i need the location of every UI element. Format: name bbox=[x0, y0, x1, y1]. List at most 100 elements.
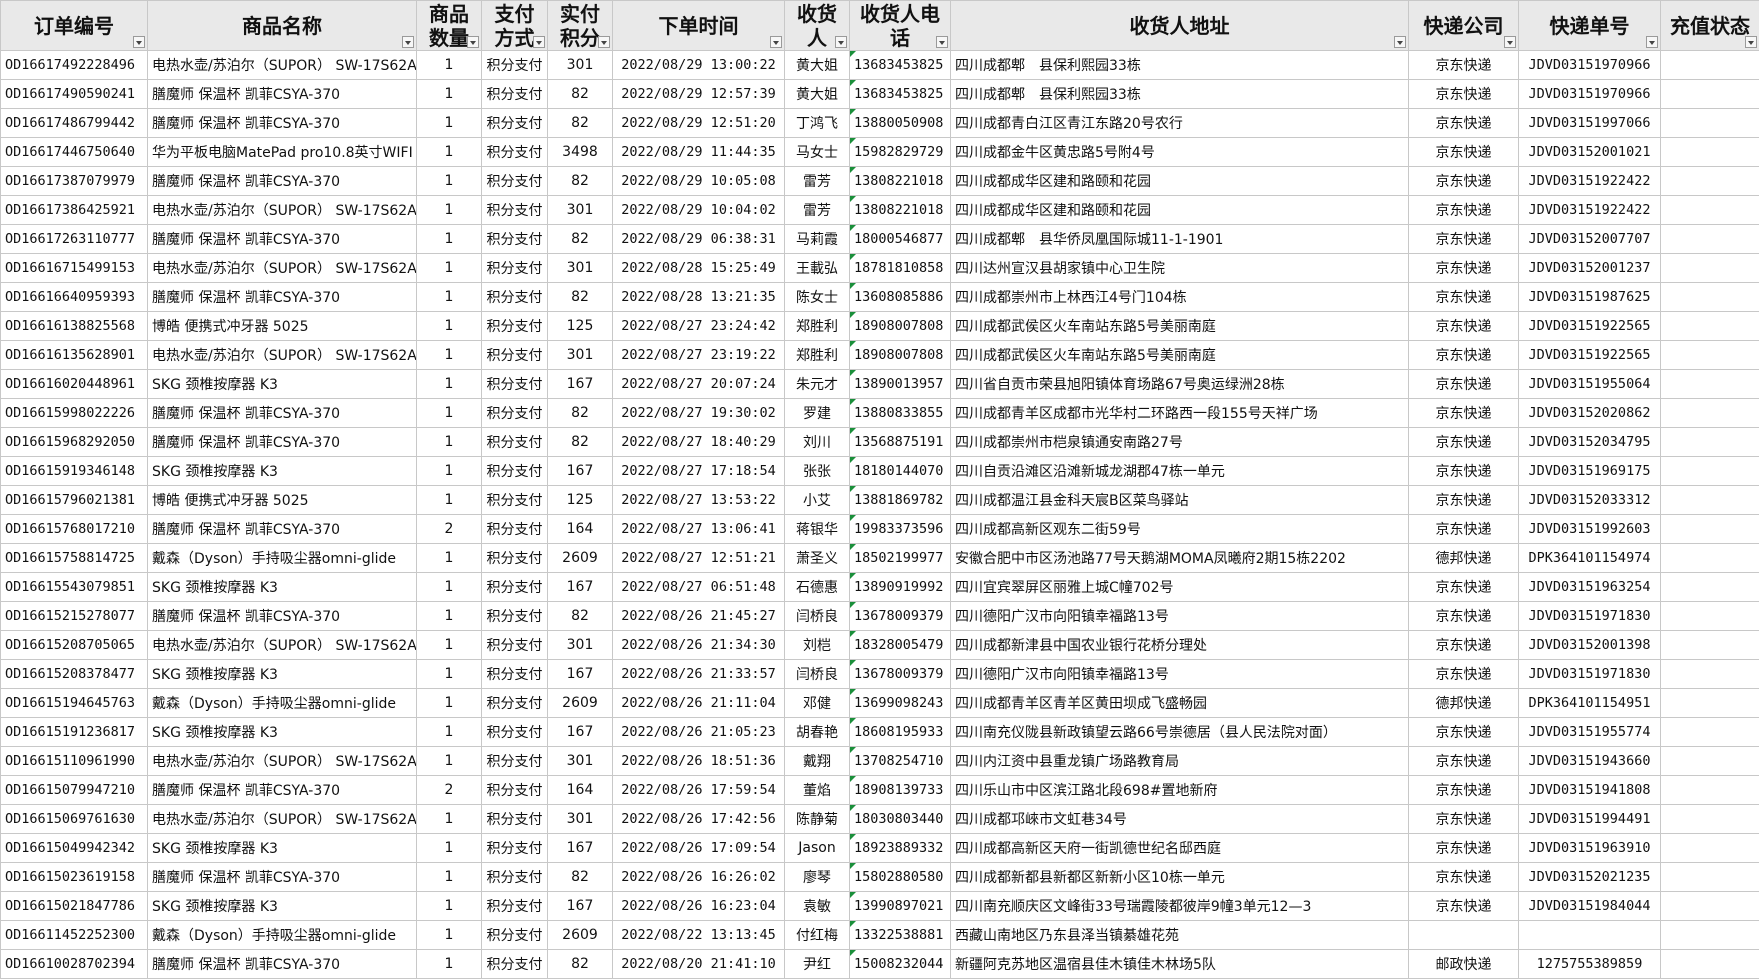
table-cell[interactable]: 戴森（Dyson）手持吸尘器omni-glide bbox=[148, 689, 417, 718]
table-cell[interactable]: 膳魔师 保温杯 凯菲CSYA-370 bbox=[148, 515, 417, 544]
table-cell[interactable]: 2022/08/26 21:33:57 bbox=[613, 660, 785, 689]
table-cell[interactable]: 付红梅 bbox=[785, 921, 850, 950]
table-cell[interactable]: 华为平板电脑MatePad pro10.8英寸WIFI bbox=[148, 138, 417, 167]
table-cell[interactable]: 13683453825 bbox=[850, 80, 951, 109]
table-cell[interactable] bbox=[1661, 515, 1759, 544]
table-cell[interactable]: OD16615110961990 bbox=[1, 747, 148, 776]
table-cell[interactable] bbox=[1661, 631, 1759, 660]
table-cell[interactable]: OD16617387079979 bbox=[1, 167, 148, 196]
table-cell[interactable]: JDVD03152021235 bbox=[1519, 863, 1661, 892]
table-cell[interactable]: 301 bbox=[548, 51, 613, 80]
table-cell[interactable]: 京东快递 bbox=[1409, 312, 1519, 341]
table-cell[interactable]: OD16616138825568 bbox=[1, 312, 148, 341]
table-cell[interactable]: JDVD03151922565 bbox=[1519, 341, 1661, 370]
table-cell[interactable]: 1 bbox=[417, 428, 482, 457]
table-cell[interactable]: 四川成都温江县金科天宸B区菜鸟驿站 bbox=[951, 486, 1409, 515]
filter-dropdown-icon[interactable] bbox=[1504, 36, 1516, 48]
table-cell[interactable]: 黄大姐 bbox=[785, 80, 850, 109]
table-cell[interactable]: OD16615758814725 bbox=[1, 544, 148, 573]
table-cell[interactable]: 积分支付 bbox=[482, 834, 548, 863]
table-cell[interactable]: 积分支付 bbox=[482, 544, 548, 573]
table-cell[interactable]: 1 bbox=[417, 283, 482, 312]
table-cell[interactable]: JDVD03151984044 bbox=[1519, 892, 1661, 921]
table-cell[interactable]: 167 bbox=[548, 457, 613, 486]
table-cell[interactable] bbox=[1661, 457, 1759, 486]
table-cell[interactable]: 13880050908 bbox=[850, 109, 951, 138]
table-cell[interactable]: 积分支付 bbox=[482, 51, 548, 80]
table-cell[interactable]: 胡春艳 bbox=[785, 718, 850, 747]
table-cell[interactable]: 1 bbox=[417, 312, 482, 341]
table-cell[interactable]: 1 bbox=[417, 718, 482, 747]
table-cell[interactable]: 167 bbox=[548, 834, 613, 863]
table-cell[interactable]: 石德惠 bbox=[785, 573, 850, 602]
table-cell[interactable]: 13683453825 bbox=[850, 51, 951, 80]
table-cell[interactable]: DPK364101154951 bbox=[1519, 689, 1661, 718]
table-cell[interactable]: 膳魔师 保温杯 凯菲CSYA-370 bbox=[148, 283, 417, 312]
table-cell[interactable]: 164 bbox=[548, 515, 613, 544]
table-cell[interactable]: JDVD03151971830 bbox=[1519, 602, 1661, 631]
table-cell[interactable]: 四川成都高新区观东二街59号 bbox=[951, 515, 1409, 544]
table-cell[interactable]: 积分支付 bbox=[482, 138, 548, 167]
table-cell[interactable]: 京东快递 bbox=[1409, 457, 1519, 486]
table-cell[interactable]: 京东快递 bbox=[1409, 515, 1519, 544]
table-cell[interactable]: JDVD03151922565 bbox=[1519, 312, 1661, 341]
table-cell[interactable]: OD16615768017210 bbox=[1, 515, 148, 544]
table-cell[interactable]: 安徽合肥中市区汤池路77号天鹅湖MOMA凤曦府2期15栋2202 bbox=[951, 544, 1409, 573]
table-cell[interactable]: 四川成都武侯区火车南站东路5号美丽南庭 bbox=[951, 341, 1409, 370]
table-cell[interactable]: 积分支付 bbox=[482, 602, 548, 631]
table-cell[interactable]: 京东快递 bbox=[1409, 747, 1519, 776]
table-cell[interactable]: 德邦快递 bbox=[1409, 689, 1519, 718]
column-header[interactable]: 支付方式 bbox=[482, 1, 548, 51]
table-cell[interactable]: 2022/08/27 18:40:29 bbox=[613, 428, 785, 457]
table-cell[interactable]: 301 bbox=[548, 805, 613, 834]
table-cell[interactable] bbox=[1661, 863, 1759, 892]
table-cell[interactable]: 积分支付 bbox=[482, 805, 548, 834]
table-cell[interactable]: 13568875191 bbox=[850, 428, 951, 457]
table-cell[interactable]: 2022/08/20 21:41:10 bbox=[613, 950, 785, 979]
table-cell[interactable]: JDVD03151955064 bbox=[1519, 370, 1661, 399]
table-cell[interactable]: 2609 bbox=[548, 689, 613, 718]
table-cell[interactable]: JDVD03152033312 bbox=[1519, 486, 1661, 515]
table-cell[interactable]: 2022/08/27 20:07:24 bbox=[613, 370, 785, 399]
table-cell[interactable]: 13322538881 bbox=[850, 921, 951, 950]
table-cell[interactable]: JDVD03151994491 bbox=[1519, 805, 1661, 834]
table-cell[interactable]: JDVD03152001398 bbox=[1519, 631, 1661, 660]
table-cell[interactable]: 四川成都郫 县保利熙园33栋 bbox=[951, 80, 1409, 109]
table-cell[interactable]: JDVD03151992603 bbox=[1519, 515, 1661, 544]
table-cell[interactable]: 四川成都成华区建和路颐和花园 bbox=[951, 167, 1409, 196]
table-cell[interactable]: 膳魔师 保温杯 凯菲CSYA-370 bbox=[148, 167, 417, 196]
table-cell[interactable]: 积分支付 bbox=[482, 312, 548, 341]
table-cell[interactable]: 301 bbox=[548, 196, 613, 225]
table-cell[interactable]: 82 bbox=[548, 283, 613, 312]
table-cell[interactable]: 京东快递 bbox=[1409, 399, 1519, 428]
table-cell[interactable]: OD16615968292050 bbox=[1, 428, 148, 457]
table-cell[interactable]: JDVD03151987625 bbox=[1519, 283, 1661, 312]
table-cell[interactable] bbox=[1661, 573, 1759, 602]
table-cell[interactable]: 2022/08/27 23:24:42 bbox=[613, 312, 785, 341]
table-cell[interactable]: 电热水壶/苏泊尔（SUPOR） SW-17S62A bbox=[148, 747, 417, 776]
table-cell[interactable]: 2022/08/27 12:51:21 bbox=[613, 544, 785, 573]
table-cell[interactable]: 1 bbox=[417, 631, 482, 660]
table-cell[interactable]: 膳魔师 保温杯 凯菲CSYA-370 bbox=[148, 80, 417, 109]
table-cell[interactable]: JDVD03151970966 bbox=[1519, 80, 1661, 109]
table-cell[interactable]: 京东快递 bbox=[1409, 660, 1519, 689]
table-cell[interactable]: JDVD03151969175 bbox=[1519, 457, 1661, 486]
table-cell[interactable] bbox=[1661, 892, 1759, 921]
table-cell[interactable]: 积分支付 bbox=[482, 486, 548, 515]
table-cell[interactable]: 18781810858 bbox=[850, 254, 951, 283]
table-cell[interactable]: OD16615049942342 bbox=[1, 834, 148, 863]
table-cell[interactable]: OD16616020448961 bbox=[1, 370, 148, 399]
table-cell[interactable]: 2 bbox=[417, 776, 482, 805]
table-cell[interactable]: 167 bbox=[548, 718, 613, 747]
table-cell[interactable] bbox=[1661, 950, 1759, 979]
table-cell[interactable]: 2022/08/26 17:42:56 bbox=[613, 805, 785, 834]
table-cell[interactable]: JDVD03152001021 bbox=[1519, 138, 1661, 167]
table-cell[interactable] bbox=[1661, 225, 1759, 254]
table-cell[interactable]: 1 bbox=[417, 834, 482, 863]
table-cell[interactable]: 1 bbox=[417, 950, 482, 979]
table-cell[interactable]: 2022/08/26 16:23:04 bbox=[613, 892, 785, 921]
table-cell[interactable]: 郑胜利 bbox=[785, 312, 850, 341]
table-cell[interactable]: 马女士 bbox=[785, 138, 850, 167]
table-cell[interactable]: OD16615998022226 bbox=[1, 399, 148, 428]
table-cell[interactable]: 2022/08/26 17:59:54 bbox=[613, 776, 785, 805]
